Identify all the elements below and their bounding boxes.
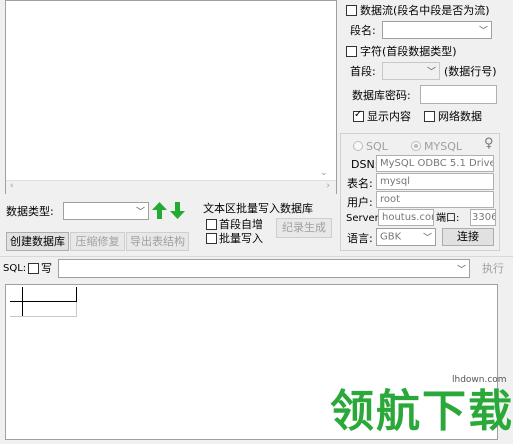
scroll-left-icon[interactable]: ‹ <box>10 181 14 191</box>
first-segment-select[interactable]: ﹀ <box>382 62 440 80</box>
exec-label[interactable]: 执行 <box>482 262 504 275</box>
show-content-label: 显示内容 <box>367 110 411 123</box>
port-label: 端口: <box>436 213 460 224</box>
chevron-down-icon: ﹀ <box>135 207 145 218</box>
db-password-input[interactable] <box>420 85 497 104</box>
move-up-icon[interactable] <box>151 201 168 220</box>
db-password-label: 数据库密码: <box>352 89 411 102</box>
grid-header-row <box>10 287 77 302</box>
port-input[interactable]: 3306 <box>470 209 496 226</box>
show-content-checkbox[interactable] <box>353 109 364 122</box>
sql-radio[interactable] <box>353 141 363 151</box>
segment-name-select[interactable]: ﹀ <box>382 21 492 39</box>
mysql-radio-label: MYSQL <box>424 140 462 153</box>
scroll-right-icon[interactable]: › <box>326 181 330 191</box>
sql-radio-label: SQL <box>366 140 388 153</box>
divider <box>0 256 513 257</box>
grid-row-line <box>10 316 76 317</box>
lang-label: 语言: <box>347 232 373 245</box>
user-input[interactable]: root <box>376 191 494 208</box>
move-down-icon[interactable] <box>169 201 186 220</box>
create-db-button[interactable]: 创建数据库 <box>6 232 69 251</box>
mysql-radio[interactable] <box>411 141 421 151</box>
lang-value: GBK <box>380 231 402 243</box>
record-list-area[interactable] <box>5 0 337 194</box>
chevron-down-icon: ﹀ <box>478 26 488 37</box>
scroll-down-icon[interactable]: ⌄ <box>320 168 328 178</box>
user-label: 用户: <box>347 196 373 209</box>
network-data-label: 网络数据 <box>438 110 482 123</box>
segment-name-label: 段名: <box>350 24 376 37</box>
export-button[interactable]: 导出表结构 <box>126 232 189 251</box>
chevron-down-icon: ﹀ <box>456 265 466 275</box>
batch-write-checkbox[interactable] <box>206 233 217 244</box>
compress-button[interactable]: 压缩修复 <box>70 232 125 251</box>
table-label: 表名: <box>347 177 373 190</box>
bulb-icon[interactable]: ♀ <box>484 136 494 151</box>
server-input[interactable]: houtus.com <box>378 209 434 226</box>
dsn-input[interactable]: MySQL ODBC 5.1 Driver <box>376 155 494 172</box>
grid-header-divider <box>22 287 23 317</box>
table-input[interactable]: mysql <box>376 173 494 190</box>
network-data-checkbox[interactable] <box>424 111 435 122</box>
first-segment-label: 首段: <box>350 65 376 78</box>
grid-col-line <box>76 302 77 317</box>
dsn-label: DSN: <box>351 158 379 171</box>
connect-button[interactable]: 连接 <box>442 228 494 246</box>
batch-title: 文本区批量写入数据库 <box>203 202 313 215</box>
horizontal-scrollbar[interactable]: ‹ › <box>6 180 336 194</box>
char-checkbox[interactable] <box>346 46 357 57</box>
chevron-down-icon: ﹀ <box>422 233 432 244</box>
server-label: Server: <box>346 213 382 224</box>
data-type-select[interactable]: ﹀ <box>63 202 149 220</box>
watermark-site: lhdown.com <box>452 375 507 385</box>
write-checkbox[interactable] <box>28 263 39 274</box>
data-type-label: 数据类型: <box>6 205 54 218</box>
watermark-text: 领航下载 <box>330 386 513 437</box>
lang-select[interactable]: GBK ﹀ <box>376 228 436 246</box>
sql-label: SQL: <box>3 263 27 274</box>
char-check-label: 字符(首段数据类型) <box>360 45 457 58</box>
batch-write-label: 批量写入 <box>219 232 263 245</box>
first-auto-label: 首段自增 <box>219 218 263 231</box>
stream-check-label: 数据流(段名中段是否为流) <box>360 4 490 17</box>
write-label: 写 <box>41 262 52 275</box>
first-auto-checkbox[interactable] <box>206 219 217 230</box>
stream-checkbox[interactable] <box>346 5 357 16</box>
chevron-down-icon: ﹀ <box>426 67 436 78</box>
sql-input[interactable]: ﹀ <box>58 259 470 278</box>
data-row-label: (数据行号) <box>444 65 497 78</box>
gen-record-button[interactable]: 纪录生成 <box>276 218 332 238</box>
